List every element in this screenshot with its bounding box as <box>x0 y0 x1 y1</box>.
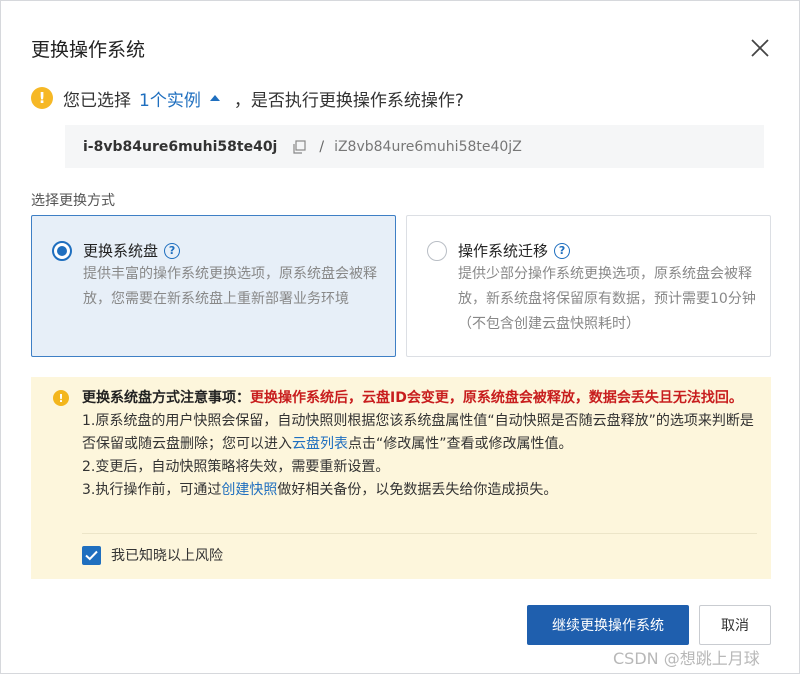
continue-button[interactable]: 继续更换操作系统 <box>527 605 689 645</box>
notice-item-1: 1.原系统盘的用户快照会保留，自动快照则根据您该系统盘属性值“自动快照是否随云盘… <box>82 410 757 456</box>
instance-count-label: 1个实例 <box>139 90 201 111</box>
option-title: 更换系统盘 ? <box>83 240 181 261</box>
instance-info: i-8vb84ure6muhi58te40j / iZ8vb84ure6muhi… <box>65 125 764 168</box>
notice-panel: ! 更换系统盘方式注意事项：更换操作系统后，云盘ID会变更，原系统盘会被释放，数… <box>31 377 771 579</box>
change-os-dialog: 更换操作系统 ! 您已选择 1个实例 ，是否执行更换操作系统操作? i-8vb8… <box>0 0 800 674</box>
instance-count-link[interactable]: 1个实例 <box>139 86 234 111</box>
cancel-button[interactable]: 取消 <box>699 605 771 645</box>
watermark: CSDN @想跳上月球 <box>613 649 760 668</box>
confirm-suffix: ，是否执行更换操作系统操作? <box>233 90 464 111</box>
instance-id: i-8vb84ure6muhi58te40j <box>83 138 278 155</box>
help-icon[interactable]: ? <box>554 242 571 259</box>
notice-warning-text: 更换操作系统后，云盘ID会变更，原系统盘会被释放，数据会丢失且无法找回。 <box>250 390 743 406</box>
caret-up-icon <box>209 95 220 101</box>
notice-item-2: 2.变更后，自动快照策略将失效，需要重新设置。 <box>82 459 390 475</box>
radio-unselected[interactable] <box>427 241 447 261</box>
help-icon[interactable]: ? <box>164 242 181 259</box>
radio-selected[interactable] <box>52 241 72 261</box>
separator: / <box>319 138 325 155</box>
option-title-text: 操作系统迁移 <box>458 242 549 260</box>
disk-list-link[interactable]: 云盘列表 <box>292 436 348 452</box>
option-description: 提供丰富的操作系统更换选项，原系统盘会被释放，您需要在新系统盘上重新部署业务环境 <box>83 266 377 307</box>
confirm-prefix: 您已选择 <box>63 90 131 111</box>
create-snapshot-link[interactable]: 创建快照 <box>221 482 277 498</box>
notice-body: 更换系统盘方式注意事项：更换操作系统后，云盘ID会变更，原系统盘会被释放，数据会… <box>82 387 757 502</box>
option-title: 操作系统迁移 ? <box>458 240 571 261</box>
warning-icon: ! <box>31 87 53 109</box>
warning-icon: ! <box>53 390 69 406</box>
dialog-title: 更换操作系统 <box>31 39 146 61</box>
risk-acknowledge[interactable]: 我已知晓以上风险 <box>82 545 223 565</box>
acknowledge-label: 我已知晓以上风险 <box>111 548 223 564</box>
confirm-row: ! 您已选择 1个实例 ，是否执行更换操作系统操作? <box>31 85 464 111</box>
checkmark-icon <box>85 550 98 560</box>
notice-item-3-text: 3.执行操作前，可通过 <box>82 482 222 498</box>
acknowledge-checkbox[interactable] <box>82 545 101 565</box>
option-replace-system-disk[interactable]: 更换系统盘 ? 提供丰富的操作系统更换选项，原系统盘会被释放，您需要在新系统盘上… <box>31 215 396 357</box>
notice-title: 更换系统盘方式注意事项： <box>82 390 250 406</box>
divider <box>82 533 757 534</box>
option-os-migration[interactable]: 操作系统迁移 ? 提供少部分操作系统更换选项，原系统盘会被释放，新系统盘将保留原… <box>406 215 771 357</box>
notice-item-1-tail: 点击“修改属性”查看或修改属性值。 <box>348 436 573 452</box>
instance-name: iZ8vb84ure6muhi58te40jZ <box>334 138 522 155</box>
notice-item-3: 3.执行操作前，可通过创建快照做好相关备份，以免数据丢失给你造成损失。 <box>82 479 757 502</box>
notice-item-3-tail: 做好相关备份，以免数据丢失给你造成损失。 <box>277 482 558 498</box>
option-description: 提供少部分操作系统更换选项，原系统盘会被释放，新系统盘将保留原有数据，预计需要1… <box>458 266 756 332</box>
close-icon[interactable] <box>749 37 771 59</box>
method-label: 选择更换方式 <box>31 193 115 209</box>
option-title-text: 更换系统盘 <box>83 242 159 260</box>
copy-icon[interactable] <box>291 139 307 155</box>
